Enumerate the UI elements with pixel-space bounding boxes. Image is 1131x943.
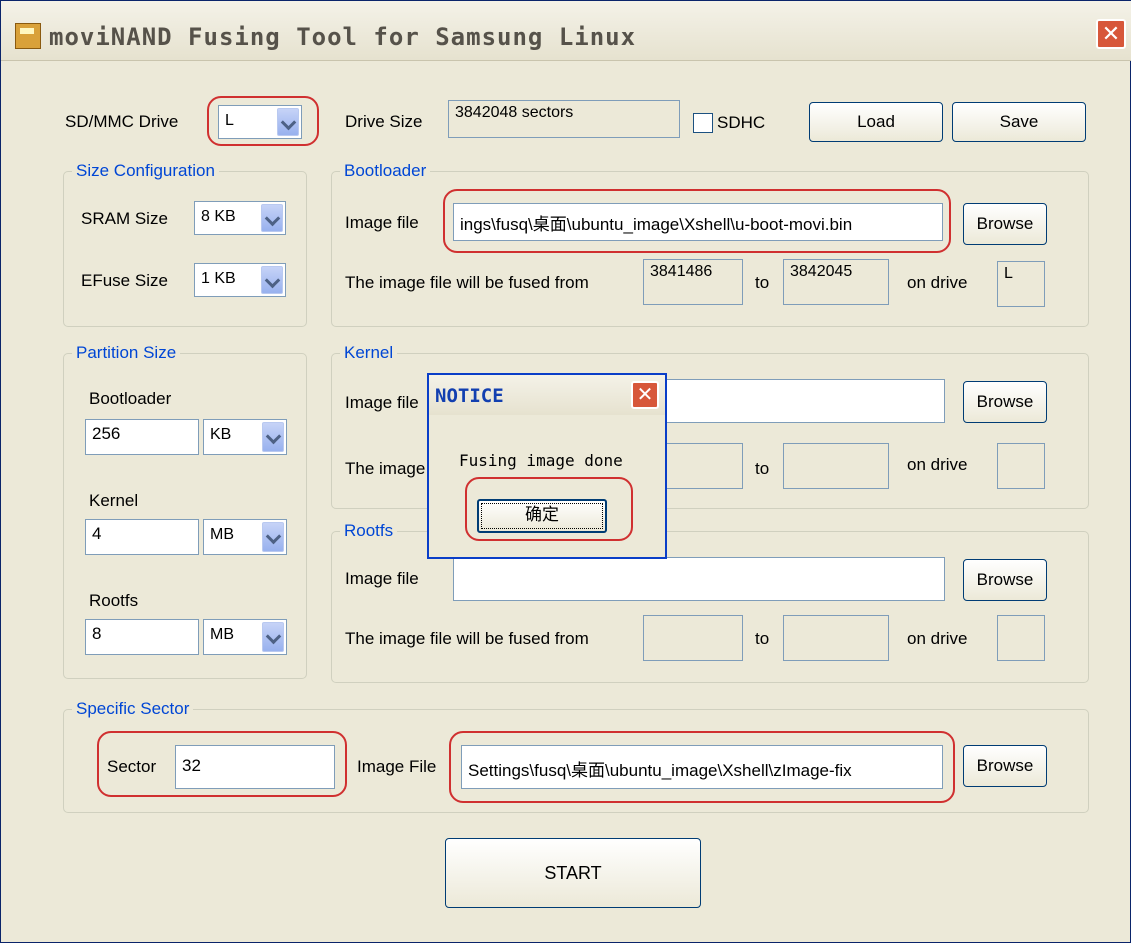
ok-button[interactable]: 确定: [477, 499, 607, 533]
rootfs-to-field: [783, 615, 889, 661]
drive-label: SD/MMC Drive: [65, 112, 179, 131]
chevron-down-icon[interactable]: [261, 266, 283, 294]
kernel-to-field: [783, 443, 889, 489]
efuse-select-value: 1 KB: [201, 270, 236, 287]
sdhc-label: SDHC: [717, 113, 766, 132]
specific-browse-button[interactable]: Browse: [963, 745, 1047, 787]
efuse-label: EFuse Size: [81, 271, 168, 290]
notice-dialog: NOTICE ✕ Fusing image done 确定: [427, 373, 667, 559]
partition-size-title: Partition Size: [72, 343, 181, 363]
kernel-to-label: to: [755, 459, 770, 478]
sram-label: SRAM Size: [81, 209, 168, 228]
size-configuration-title: Size Configuration: [72, 161, 219, 181]
bootloader-image-input[interactable]: ings\fusq\桌面\ubuntu_image\Xshell\u-boot-…: [453, 203, 943, 241]
partition-kernel-input[interactable]: 4: [85, 519, 199, 555]
chevron-down-icon[interactable]: [277, 108, 299, 136]
efuse-select[interactable]: 1 KB: [194, 263, 286, 297]
partition-rootfs-label: Rootfs: [89, 591, 139, 610]
bootloader-drive-field: L: [997, 261, 1045, 307]
sram-select[interactable]: 8 KB: [194, 201, 286, 235]
notice-dialog-title: NOTICE: [435, 385, 504, 407]
title-bar[interactable]: moviNAND Fusing Tool for Samsung Linux ✕: [1, 1, 1131, 61]
bootloader-image-label: Image file: [345, 213, 419, 232]
rootfs-image-label: Image file: [345, 569, 419, 588]
partition-rootfs-unit[interactable]: MB: [203, 619, 287, 655]
rootfs-title: Rootfs: [340, 521, 398, 541]
sdhc-checkbox[interactable]: [693, 113, 713, 133]
kernel-drive-field: [997, 443, 1045, 489]
start-button[interactable]: START: [445, 838, 701, 908]
rootfs-from-field: [643, 615, 743, 661]
load-button[interactable]: Load: [809, 102, 943, 142]
specific-image-label: Image File: [357, 757, 437, 776]
kernel-browse-button[interactable]: Browse: [963, 381, 1047, 423]
close-button[interactable]: ✕: [1096, 19, 1126, 49]
sector-input[interactable]: 32: [175, 745, 335, 789]
kernel-title: Kernel: [340, 343, 398, 363]
drive-select[interactable]: L: [218, 105, 302, 139]
window-title: moviNAND Fusing Tool for Samsung Linux: [49, 23, 637, 51]
partition-kernel-unit-value: MB: [210, 526, 234, 543]
bootloader-title: Bootloader: [340, 161, 431, 181]
rootfs-on-drive-label: on drive: [907, 629, 968, 648]
close-icon[interactable]: ✕: [631, 381, 659, 409]
sector-label: Sector: [107, 757, 157, 776]
chevron-down-icon[interactable]: [261, 204, 283, 232]
save-button[interactable]: Save: [952, 102, 1086, 142]
chevron-down-icon[interactable]: [262, 622, 284, 652]
partition-kernel-unit[interactable]: MB: [203, 519, 287, 555]
partition-kernel-label: Kernel: [89, 491, 139, 510]
main-window: moviNAND Fusing Tool for Samsung Linux ✕…: [0, 0, 1131, 943]
rootfs-fused-from-label: The image file will be fused from: [345, 629, 589, 648]
rootfs-drive-field: [997, 615, 1045, 661]
partition-bootloader-label: Bootloader: [89, 389, 172, 408]
bootloader-fused-from-label: The image file will be fused from: [345, 273, 589, 292]
notice-dialog-message: Fusing image done: [459, 451, 623, 470]
bootloader-browse-button[interactable]: Browse: [963, 203, 1047, 245]
rootfs-image-input[interactable]: [453, 557, 945, 601]
partition-bootloader-unit[interactable]: KB: [203, 419, 287, 455]
drive-size-field: 3842048 sectors: [448, 100, 680, 138]
rootfs-to-label: to: [755, 629, 770, 648]
notice-dialog-title-bar[interactable]: NOTICE ✕: [429, 375, 665, 415]
partition-rootfs-unit-value: MB: [210, 626, 234, 643]
bootloader-on-drive-label: on drive: [907, 273, 968, 292]
bootloader-to-field: 3842045: [783, 259, 889, 305]
rootfs-browse-button[interactable]: Browse: [963, 559, 1047, 601]
app-icon: [15, 23, 41, 49]
specific-image-input[interactable]: Settings\fusq\桌面\ubuntu_image\Xshell\zIm…: [461, 745, 943, 789]
bootloader-from-field: 3841486: [643, 259, 743, 305]
drive-select-value: L: [225, 112, 234, 129]
drive-size-label: Drive Size: [345, 112, 423, 131]
kernel-image-label: Image file: [345, 393, 419, 412]
chevron-down-icon[interactable]: [262, 522, 284, 552]
bootloader-to-label: to: [755, 273, 770, 292]
size-configuration-group: Size Configuration: [63, 161, 307, 327]
partition-bootloader-input[interactable]: 256: [85, 419, 199, 455]
sram-select-value: 8 KB: [201, 208, 236, 225]
partition-bootloader-unit-value: KB: [210, 426, 232, 443]
chevron-down-icon[interactable]: [262, 422, 284, 452]
specific-sector-title: Specific Sector: [72, 699, 194, 719]
kernel-on-drive-label: on drive: [907, 455, 968, 474]
partition-rootfs-input[interactable]: 8: [85, 619, 199, 655]
